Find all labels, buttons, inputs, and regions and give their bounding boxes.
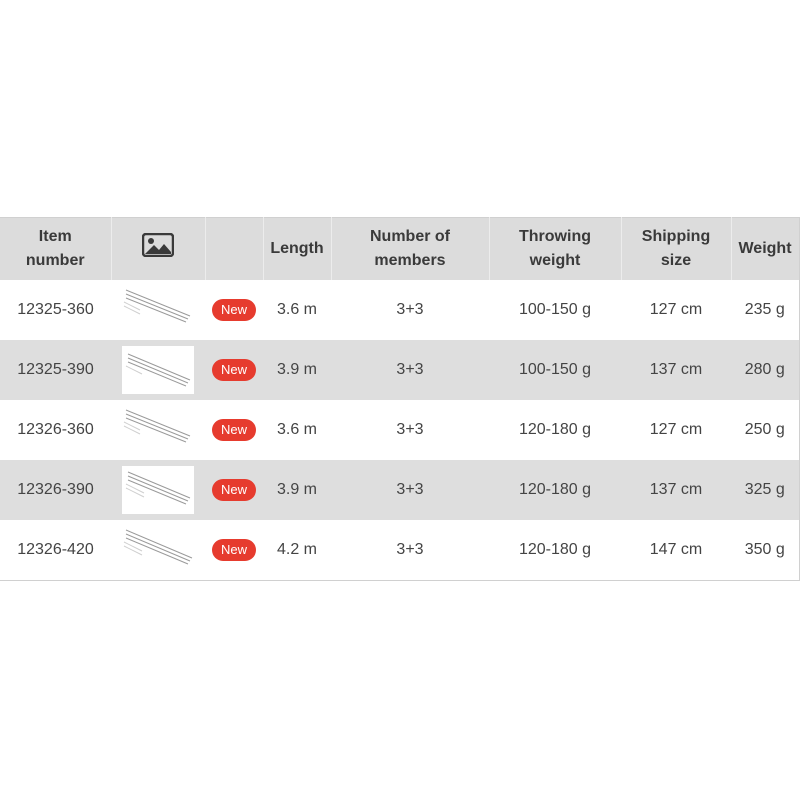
header-weight-label: Weight	[738, 240, 792, 257]
cell-shipping-size: 147 cm	[649, 541, 703, 558]
header-item-number-label: Item number	[25, 228, 85, 269]
cell-shipping-size: 127 cm	[649, 421, 703, 438]
header-members-label: Number of members	[370, 228, 450, 269]
cell-shipping-size: 127 cm	[649, 301, 703, 318]
new-badge: New	[211, 359, 256, 381]
cell-image[interactable]	[111, 400, 205, 460]
rod-thumbnail[interactable]	[122, 526, 194, 574]
rod-thumbnail[interactable]	[122, 406, 194, 454]
header-throwing-weight-label: Throwing weight	[519, 228, 591, 269]
header-weight[interactable]: Weight	[731, 217, 799, 280]
cell-weight: 350 g	[744, 541, 785, 558]
table-row[interactable]: 12326-390 New 3.9 m 3+3 120-180 g 137 cm…	[0, 460, 799, 520]
header-length-label: Length	[270, 240, 324, 257]
cell-weight: 250 g	[744, 421, 785, 438]
header-shipping-size[interactable]: Shipping size	[621, 217, 732, 280]
cell-length: 3.9 m	[276, 481, 317, 498]
product-table: Item number Length Number of members Thr…	[0, 217, 800, 581]
cell-item-number[interactable]: 12325-360	[0, 280, 111, 340]
cell-throwing-weight: 100-150 g	[518, 301, 592, 318]
cell-members: 3+3	[396, 541, 424, 558]
table-row[interactable]: 12326-360 New 3.6 m 3+3 120-180 g 127 cm…	[0, 400, 799, 460]
rod-thumbnail[interactable]	[122, 346, 194, 394]
cell-badge: New	[205, 520, 263, 581]
cell-members: 3+3	[396, 301, 424, 318]
rod-thumbnail[interactable]	[122, 466, 194, 514]
header-members[interactable]: Number of members	[331, 217, 490, 280]
table-row[interactable]: 12325-390 New 3.9 m 3+3 100-150 g 137 cm…	[0, 340, 799, 400]
cell-throwing-weight: 100-150 g	[518, 361, 592, 378]
cell-members: 3+3	[396, 421, 424, 438]
table-row[interactable]: 12326-420 New 4.2 m 3+3 120-180 g 147 cm…	[0, 520, 799, 581]
cell-members: 3+3	[396, 361, 424, 378]
cell-image[interactable]	[111, 520, 205, 581]
cell-length: 3.6 m	[276, 301, 317, 318]
cell-throwing-weight: 120-180 g	[518, 421, 592, 438]
cell-item-number[interactable]: 12326-420	[0, 520, 111, 581]
header-throwing-weight[interactable]: Throwing weight	[489, 217, 622, 280]
cell-throwing-weight: 120-180 g	[518, 541, 592, 558]
cell-length: 4.2 m	[276, 541, 317, 558]
cell-badge: New	[205, 280, 263, 340]
header-item-number[interactable]: Item number	[0, 217, 112, 280]
cell-shipping-size: 137 cm	[649, 481, 703, 498]
header-badge	[205, 217, 264, 280]
table-header-row: Item number Length Number of members Thr…	[0, 217, 799, 280]
new-badge: New	[211, 479, 256, 501]
rod-thumbnail[interactable]	[122, 286, 194, 334]
new-badge: New	[211, 419, 256, 441]
new-badge: New	[211, 539, 256, 561]
table-row[interactable]: 12325-360 New 3.6 m 3+3 100-150 g 127 cm…	[0, 280, 799, 340]
cell-image[interactable]	[111, 340, 205, 400]
product-table-container: Item number Length Number of members Thr…	[0, 217, 800, 581]
cell-badge: New	[205, 340, 263, 400]
header-image	[111, 217, 206, 280]
cell-item-number[interactable]: 12326-360	[0, 400, 111, 460]
cell-badge: New	[205, 460, 263, 520]
cell-weight: 325 g	[744, 481, 785, 498]
new-badge: New	[211, 299, 256, 321]
cell-length: 3.6 m	[276, 421, 317, 438]
image-icon	[141, 232, 175, 265]
cell-shipping-size: 137 cm	[649, 361, 703, 378]
cell-members: 3+3	[396, 481, 424, 498]
cell-weight: 280 g	[744, 361, 785, 378]
cell-item-number[interactable]: 12326-390	[0, 460, 111, 520]
cell-weight: 235 g	[744, 301, 785, 318]
header-length[interactable]: Length	[263, 217, 332, 280]
cell-image[interactable]	[111, 280, 205, 340]
cell-item-number[interactable]: 12325-390	[0, 340, 111, 400]
cell-length: 3.9 m	[276, 361, 317, 378]
cell-image[interactable]	[111, 460, 205, 520]
cell-badge: New	[205, 400, 263, 460]
header-shipping-size-label: Shipping size	[641, 228, 711, 269]
cell-throwing-weight: 120-180 g	[518, 481, 592, 498]
